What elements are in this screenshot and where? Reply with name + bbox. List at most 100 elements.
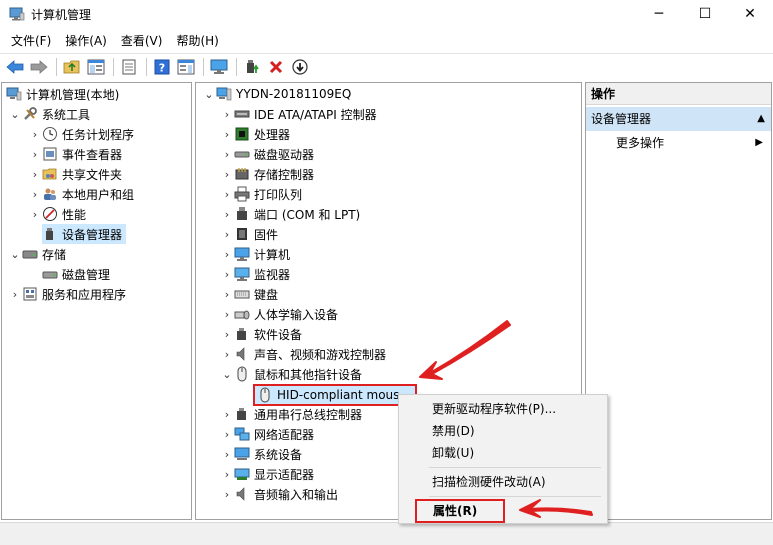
chevron-right-icon[interactable]: › xyxy=(220,404,234,424)
back-button[interactable] xyxy=(4,56,26,78)
chevron-down-icon[interactable]: ⌄ xyxy=(8,104,22,124)
device-category-storage-controllers[interactable]: › 存储控制器 xyxy=(220,164,314,184)
menu-view[interactable]: 查看(V) xyxy=(114,31,170,51)
actions-header: 操作 xyxy=(586,83,771,105)
chevron-right-icon[interactable]: › xyxy=(220,444,234,464)
actions-section-label: 设备管理器 xyxy=(591,112,652,126)
chevron-down-icon[interactable]: ⌄ xyxy=(8,244,22,264)
tree-item-performance[interactable]: › 性能 xyxy=(28,204,86,224)
device-category-software-devices[interactable]: › 软件设备 xyxy=(220,324,302,344)
device-category-usb[interactable]: › 通用串行总线控制器 xyxy=(220,404,362,424)
device-tree-root[interactable]: ⌄ YYDN-20181109EQ xyxy=(202,84,351,104)
export-list-button[interactable] xyxy=(118,56,140,78)
chevron-right-icon[interactable]: › xyxy=(220,424,234,444)
chevron-right-icon[interactable]: › xyxy=(220,304,234,324)
device-category-disk-drives[interactable]: › 磁盘驱动器 xyxy=(220,144,314,164)
device-category-sound[interactable]: › 声音、视频和游戏控制器 xyxy=(220,344,386,364)
device-category-audio-io[interactable]: › 音频输入和输出 xyxy=(220,484,338,504)
menu-scan-hardware[interactable]: 扫描检测硬件改动(A) xyxy=(432,471,546,493)
chevron-right-icon[interactable]: › xyxy=(220,244,234,264)
performance-icon xyxy=(43,207,57,221)
maximize-button[interactable]: ☐ xyxy=(682,0,728,28)
chevron-right-icon[interactable]: › xyxy=(28,164,42,184)
device-category-print-queues[interactable]: › 打印队列 xyxy=(220,184,302,204)
device-category-ports[interactable]: › 端口 (COM 和 LPT) xyxy=(220,204,360,224)
tree-label-performance: 性能 xyxy=(62,207,87,222)
chevron-right-icon[interactable]: › xyxy=(220,204,234,224)
menu-action[interactable]: 操作(A) xyxy=(58,31,114,51)
tree-label-services: 服务和应用程序 xyxy=(42,287,127,302)
console-tree-pane[interactable]: 计算机管理(本地) ⌄ 系统工具 › 任务计划程序 › 事件查看器 › 共享文件… xyxy=(1,82,192,520)
chevron-right-icon[interactable]: › xyxy=(220,464,234,484)
device-category-keyboards[interactable]: › 键盘 xyxy=(220,284,278,304)
chevron-right-icon[interactable]: › xyxy=(28,184,42,204)
chevron-right-icon[interactable]: › xyxy=(220,284,234,304)
chevron-right-icon[interactable]: › xyxy=(28,204,42,224)
context-menu: 更新驱动程序软件(P)... 禁用(D) 卸载(U) 扫描检测硬件改动(A) 属… xyxy=(398,394,608,524)
uninstall-button[interactable] xyxy=(265,56,287,78)
chevron-right-icon[interactable]: › xyxy=(220,184,234,204)
chevron-right-icon[interactable]: › xyxy=(28,144,42,164)
minimize-button[interactable]: ─ xyxy=(636,0,682,28)
chevron-right-icon[interactable]: › xyxy=(220,264,234,284)
close-button[interactable]: ✕ xyxy=(727,0,773,28)
chevron-down-icon[interactable]: ⌄ xyxy=(220,364,234,384)
device-category-firmware[interactable]: › 固件 xyxy=(220,224,278,244)
device-category-processor[interactable]: › 处理器 xyxy=(220,124,290,144)
forward-button[interactable] xyxy=(28,56,50,78)
device-item-hid-mouse[interactable]: HID-compliant mous~ xyxy=(253,384,418,406)
chevron-right-icon[interactable]: › xyxy=(220,124,234,144)
chevron-down-icon[interactable]: ⌄ xyxy=(202,84,216,104)
chevron-right-icon[interactable]: › xyxy=(220,104,234,124)
actions-section-device-manager[interactable]: 设备管理器 ▲ xyxy=(586,107,771,131)
collapse-up-icon[interactable]: ▲ xyxy=(757,107,765,131)
services-icon xyxy=(23,287,37,301)
chevron-right-icon[interactable]: › xyxy=(220,164,234,184)
chevron-right-icon[interactable]: › xyxy=(220,324,234,344)
tree-item-system-tools[interactable]: ⌄ 系统工具 xyxy=(8,104,90,124)
tree-item-shared-folders[interactable]: › 共享文件夹 xyxy=(28,164,122,184)
port-icon xyxy=(237,207,247,220)
device-category-monitors[interactable]: › 监视器 xyxy=(220,264,290,284)
menu-help[interactable]: 帮助(H) xyxy=(169,31,225,51)
disable-device-button[interactable] xyxy=(289,56,311,78)
chevron-right-icon[interactable]: › xyxy=(220,144,234,164)
menu-file[interactable]: 文件(F) xyxy=(4,31,58,51)
device-category-ide[interactable]: › IDE ATA/ATAPI 控制器 xyxy=(220,104,377,124)
submenu-arrow-icon[interactable]: ▶ xyxy=(755,133,763,153)
device-category-display[interactable]: › 显示适配器 xyxy=(220,464,314,484)
tree-item-root[interactable]: 计算机管理(本地) xyxy=(6,84,119,104)
device-category-hid[interactable]: › 人体学输入设备 xyxy=(220,304,338,324)
scan-hardware-button[interactable] xyxy=(208,56,230,78)
chevron-right-icon[interactable]: › xyxy=(220,224,234,244)
up-one-level-button[interactable] xyxy=(61,56,83,78)
svg-text:?: ? xyxy=(159,61,165,74)
chevron-right-icon[interactable]: › xyxy=(8,284,22,304)
menu-update-driver[interactable]: 更新驱动程序软件(P)... xyxy=(432,398,556,420)
device-category-computer[interactable]: › 计算机 xyxy=(220,244,290,264)
device-category-network[interactable]: › 网络适配器 xyxy=(220,424,314,444)
chevron-right-icon[interactable]: › xyxy=(220,344,234,364)
menu-properties[interactable]: 属性(R) xyxy=(415,499,505,523)
show-hide-action-pane-button[interactable] xyxy=(175,56,197,78)
more-actions-link[interactable]: 更多操作 xyxy=(616,133,664,153)
device-category-label: 监视器 xyxy=(254,267,291,282)
menu-disable[interactable]: 禁用(D) xyxy=(432,420,475,442)
update-driver-button[interactable] xyxy=(241,56,263,78)
chevron-right-icon[interactable]: › xyxy=(28,124,42,144)
chevron-right-icon[interactable]: › xyxy=(220,484,234,504)
device-category-label: IDE ATA/ATAPI 控制器 xyxy=(254,107,377,122)
tree-item-local-users[interactable]: › 本地用户和组 xyxy=(28,184,134,204)
device-category-mice[interactable]: ⌄ 鼠标和其他指针设备 xyxy=(220,364,362,384)
tree-item-event-viewer[interactable]: › 事件查看器 xyxy=(28,144,122,164)
tree-item-task-scheduler[interactable]: › 任务计划程序 xyxy=(28,124,134,144)
device-category-system[interactable]: › 系统设备 xyxy=(220,444,302,464)
menu-uninstall[interactable]: 卸载(U) xyxy=(432,442,474,464)
tree-item-services[interactable]: › 服务和应用程序 xyxy=(8,284,126,304)
tree-item-disk-management[interactable]: 磁盘管理 xyxy=(42,264,110,284)
tree-item-device-manager[interactable]: 设备管理器 xyxy=(42,224,127,244)
help-button[interactable]: ? xyxy=(151,56,173,78)
show-hide-tree-button[interactable] xyxy=(85,56,107,78)
computer-icon xyxy=(216,87,232,101)
tree-item-storage[interactable]: ⌄ 存储 xyxy=(8,244,66,264)
